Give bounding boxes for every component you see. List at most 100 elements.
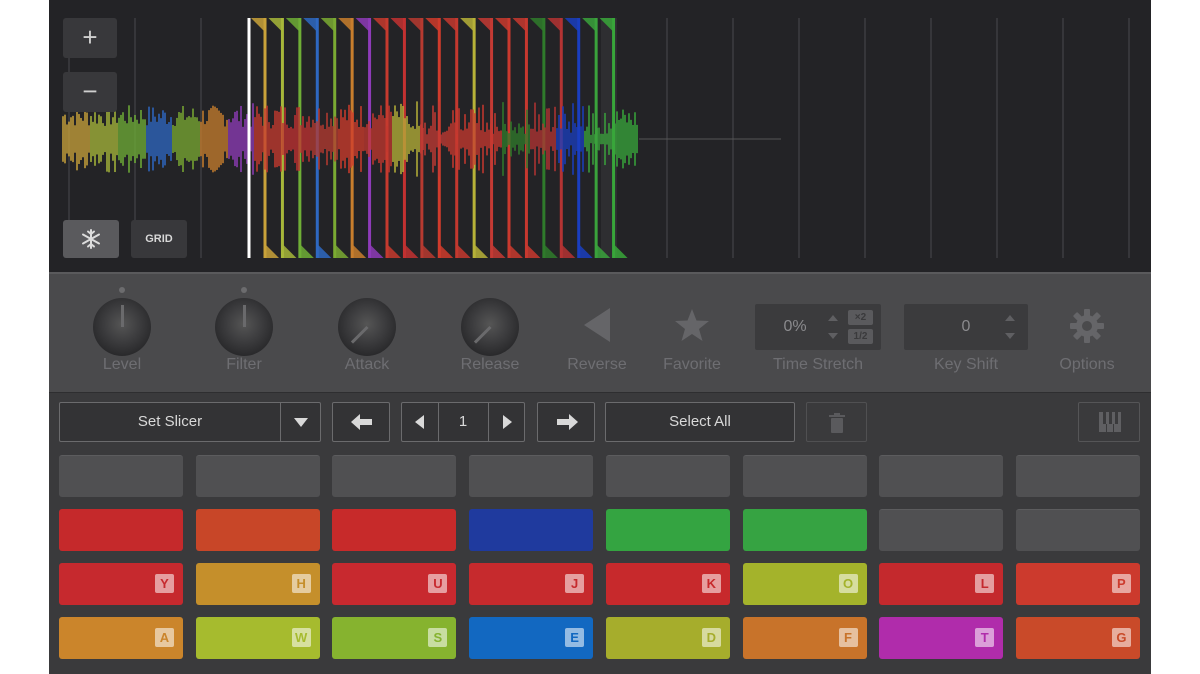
filter-label: Filter — [226, 356, 262, 373]
snowflake-icon — [82, 229, 100, 249]
slicer-mode-value: Set Slicer — [137, 413, 203, 430]
pad[interactable] — [59, 509, 183, 551]
shift-right-button[interactable] — [537, 402, 595, 442]
zoom-out-button[interactable]: − — [63, 72, 117, 112]
pad-key-label: G — [1111, 628, 1131, 647]
reverse-label: Reverse — [567, 356, 627, 373]
pad[interactable] — [879, 455, 1004, 497]
pad[interactable]: A — [59, 617, 183, 659]
time-stretch-control[interactable]: 0% ×2 1/2 Time Stretch — [753, 274, 883, 392]
pad[interactable]: W — [195, 617, 320, 659]
pad-key-label: F — [838, 628, 858, 647]
pad-key-label: O — [838, 574, 858, 593]
time-stretch-label: Time Stretch — [772, 356, 864, 373]
attack-label: Attack — [344, 356, 390, 373]
delete-button[interactable] — [806, 402, 867, 442]
pad[interactable]: D — [605, 617, 730, 659]
pad[interactable]: H — [195, 563, 320, 605]
level-control[interactable]: Level — [82, 274, 162, 392]
page-next-button[interactable] — [488, 403, 525, 441]
key-shift-label: Key Shift — [933, 356, 999, 373]
zoom-in-button[interactable]: + — [63, 18, 117, 58]
pad-key-label: J — [565, 574, 585, 593]
attack-knob[interactable] — [338, 298, 396, 356]
pad[interactable]: F — [742, 617, 867, 659]
pad-key-label: S — [428, 628, 448, 647]
pad[interactable]: G — [1015, 617, 1140, 659]
pad[interactable] — [1015, 455, 1140, 497]
filter-knob[interactable] — [215, 298, 273, 356]
waveform-shape — [62, 101, 638, 177]
pad[interactable]: T — [879, 617, 1004, 659]
arrow-left-icon — [351, 414, 372, 430]
waveform-canvas[interactable] — [49, 0, 1151, 272]
pad-key-label: D — [701, 628, 721, 647]
release-control[interactable]: Release — [450, 274, 530, 392]
pad[interactable] — [742, 509, 867, 551]
pad[interactable] — [195, 509, 320, 551]
pad[interactable] — [332, 455, 457, 497]
slicer-mode-dropdown[interactable]: Set Slicer — [59, 402, 321, 442]
pad-key-label: U — [428, 574, 448, 593]
time-stretch-value: 0% — [783, 318, 807, 335]
pad[interactable] — [605, 455, 730, 497]
select-all-button[interactable]: Select All — [605, 402, 795, 442]
reverse-icon — [584, 308, 610, 342]
half-speed-button[interactable]: 1/2 — [848, 329, 873, 344]
pad[interactable] — [742, 455, 867, 497]
pad-key-label: Y — [155, 574, 174, 593]
page-selector: 1 — [401, 402, 525, 442]
pad[interactable] — [195, 455, 320, 497]
pad-key-label: L — [975, 574, 995, 593]
reverse-control[interactable]: Reverse — [557, 274, 637, 392]
freeze-button[interactable] — [63, 220, 119, 258]
pad[interactable]: S — [332, 617, 457, 659]
pad[interactable] — [469, 455, 594, 497]
pad-key-label: T — [975, 628, 995, 647]
keyboard-view-button[interactable] — [1078, 402, 1140, 442]
pad[interactable] — [879, 509, 1004, 551]
pad[interactable]: U — [332, 563, 457, 605]
waveform-display[interactable]: + − GRID — [49, 0, 1151, 272]
pad[interactable] — [1015, 509, 1140, 551]
double-speed-button[interactable]: ×2 — [848, 310, 873, 325]
page-prev-button[interactable] — [402, 403, 439, 441]
favorite-label: Favorite — [663, 356, 721, 373]
pad[interactable] — [332, 509, 457, 551]
filter-control[interactable]: Filter — [204, 274, 284, 392]
key-shift-stepper[interactable] — [1004, 312, 1016, 342]
options-control[interactable]: Options — [1047, 274, 1127, 392]
select-all-label: Select All — [669, 413, 731, 430]
favorite-control[interactable]: Favorite — [652, 274, 732, 392]
pad[interactable]: E — [469, 617, 594, 659]
pad[interactable]: O — [742, 563, 867, 605]
sample-controls: Level Filter Attack Release Reverse Favo… — [49, 272, 1151, 393]
options-label: Options — [1059, 356, 1115, 373]
attack-control[interactable]: Attack — [327, 274, 407, 392]
arrow-right-icon — [557, 414, 578, 430]
shift-left-button[interactable] — [332, 402, 390, 442]
pad-key-label: K — [701, 574, 721, 593]
key-shift-field[interactable]: 0 — [904, 304, 1028, 350]
time-stretch-stepper[interactable] — [827, 312, 839, 342]
pad[interactable] — [605, 509, 730, 551]
pad[interactable]: J — [469, 563, 594, 605]
pad[interactable]: P — [1015, 563, 1140, 605]
pad[interactable]: Y — [59, 563, 183, 605]
pad[interactable]: L — [879, 563, 1004, 605]
pad[interactable]: K — [605, 563, 730, 605]
level-knob[interactable] — [93, 298, 151, 356]
pad[interactable] — [469, 509, 594, 551]
piano-icon — [1099, 412, 1121, 432]
time-stretch-field[interactable]: 0% ×2 1/2 — [755, 304, 881, 350]
pad[interactable] — [59, 455, 183, 497]
star-icon — [675, 309, 709, 341]
grid-button[interactable]: GRID — [131, 220, 187, 258]
release-label: Release — [460, 356, 520, 373]
release-knob[interactable] — [461, 298, 519, 356]
page-number: 1 — [458, 413, 468, 430]
key-shift-control[interactable]: 0 Key Shift — [902, 274, 1030, 392]
triangle-left-icon — [415, 415, 424, 429]
pad-key-label: P — [1111, 574, 1131, 593]
level-label: Level — [102, 356, 142, 373]
